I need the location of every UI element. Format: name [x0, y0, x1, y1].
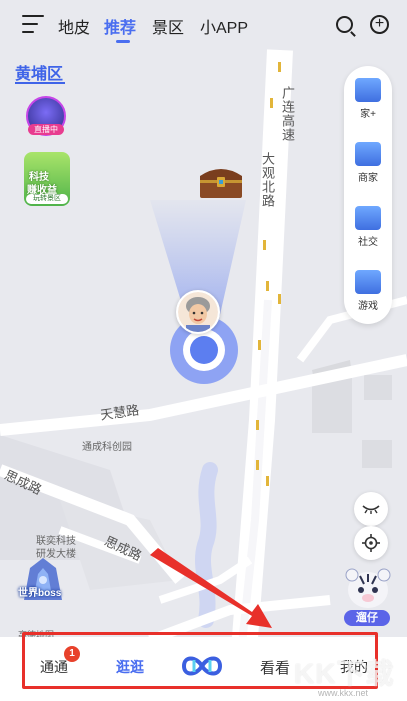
watermark-url: www.kkx.net [318, 688, 369, 698]
annotation-arrow [150, 548, 272, 628]
app-screen: 广连高速 大观北路 天慧路 思成路 思成路 通成科创园 联奕科技 研发大楼 地皮… [0, 0, 407, 701]
watermark-logo: KK下载 [294, 658, 395, 689]
